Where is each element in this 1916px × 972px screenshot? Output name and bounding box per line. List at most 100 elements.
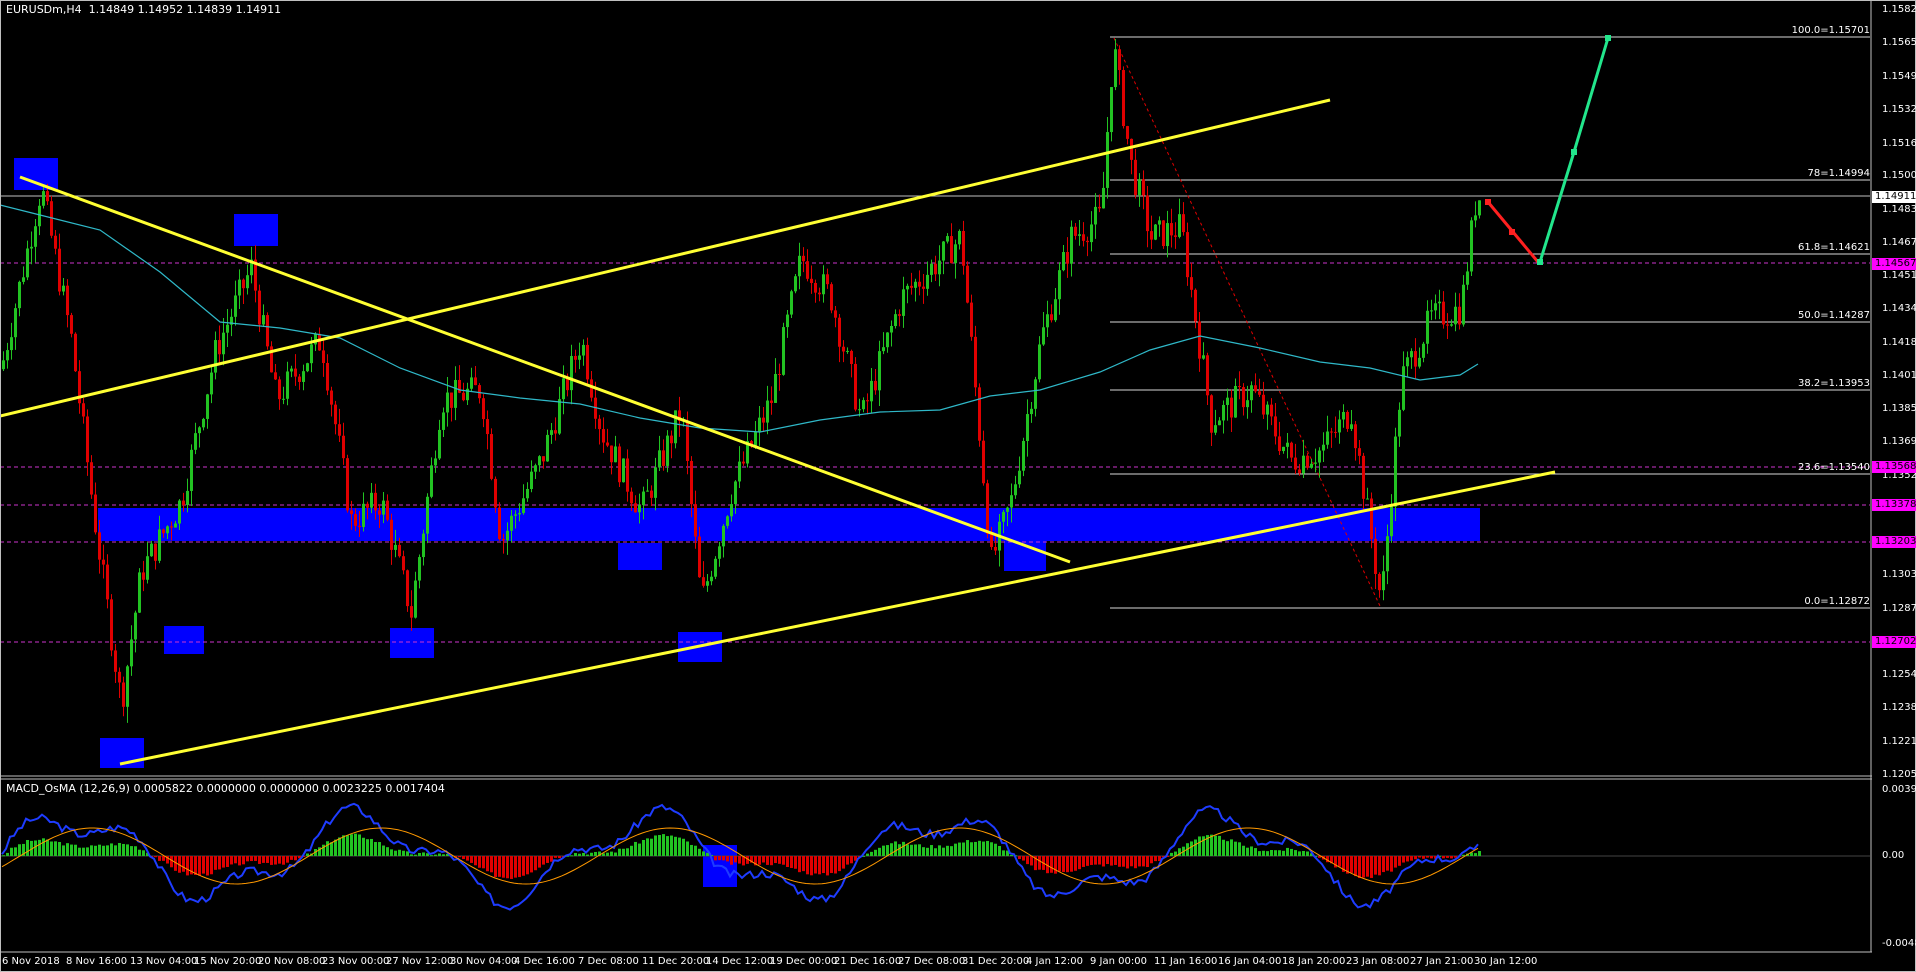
candle-body — [478, 385, 481, 399]
candle-body — [990, 534, 993, 547]
candle-body — [482, 398, 485, 420]
macd-histogram-bar — [114, 845, 117, 856]
candle-body — [522, 498, 525, 514]
candle-body — [1202, 355, 1205, 359]
price-tick-label: 1.12050 — [1882, 769, 1916, 780]
price-tick-label: 1.14180 — [1882, 336, 1916, 348]
macd-histogram-bar — [90, 845, 93, 856]
candle-body — [498, 507, 501, 540]
macd-histogram-bar — [918, 844, 921, 856]
candle-body — [1058, 270, 1061, 300]
macd-histogram-bar — [530, 856, 533, 873]
macd-histogram-bar — [1446, 856, 1449, 858]
candle-body — [178, 500, 181, 524]
macd-histogram-bar — [1054, 856, 1057, 874]
macd-histogram-bar — [518, 856, 521, 878]
macd-histogram-bar — [586, 854, 589, 856]
macd-histogram-bar — [1386, 856, 1389, 871]
macd-histogram-bar — [266, 856, 269, 863]
macd-histogram-bar — [538, 856, 541, 868]
candle-body — [722, 525, 725, 547]
macd-histogram-bar — [522, 856, 525, 876]
macd-histogram-bar — [254, 856, 257, 861]
candle-body — [82, 403, 85, 417]
macd-histogram-bar — [486, 856, 489, 872]
ohlc-values: 1.14849 1.14952 1.14839 1.14911 — [88, 3, 282, 16]
macd-histogram-bar — [242, 856, 245, 865]
macd-histogram-bar — [290, 856, 293, 860]
candle-body — [1186, 232, 1189, 278]
price-tick-label: 1.15655 — [1882, 37, 1916, 49]
candle-body — [1226, 397, 1229, 405]
candle-body — [1430, 310, 1433, 312]
macd-histogram-bar — [202, 856, 205, 874]
price-tick-label: 1.14670 — [1882, 237, 1916, 249]
candle-body — [342, 435, 345, 459]
macd-histogram-bar — [1090, 856, 1093, 865]
candle-body — [518, 513, 521, 515]
macd-histogram-bar — [894, 841, 897, 856]
chart-canvas[interactable] — [0, 0, 1916, 972]
macd-histogram-bar — [126, 844, 129, 856]
macd-histogram-bar — [186, 856, 189, 876]
candle-body — [1330, 431, 1333, 433]
macd-histogram-bar — [1050, 856, 1053, 873]
macd-histogram-bar — [1138, 856, 1141, 867]
candle-body — [634, 503, 637, 513]
macd-histogram-bar — [1066, 856, 1069, 873]
candle-body — [1026, 414, 1029, 441]
macd-histogram-bar — [610, 851, 613, 856]
macd-histogram-bar — [334, 839, 337, 856]
candle-body — [134, 612, 137, 640]
macd-histogram-bar — [1010, 854, 1013, 856]
candle-body — [14, 308, 17, 338]
candle-body — [806, 261, 809, 279]
candle-body — [846, 350, 849, 352]
macd-histogram-bar — [1102, 856, 1105, 867]
level-badge-1: 1.14567 — [1872, 258, 1916, 270]
candle-body — [1182, 214, 1185, 233]
candle-body — [966, 265, 969, 303]
candle-body — [1458, 306, 1461, 325]
macd-histogram-bar — [646, 838, 649, 856]
candle-body — [234, 295, 237, 317]
candle-body — [1170, 223, 1173, 236]
macd-histogram-bar — [986, 840, 989, 856]
macd-histogram-bar — [682, 838, 685, 856]
price-tick-label: 1.14835 — [1882, 203, 1916, 215]
macd-histogram-bar — [1422, 856, 1425, 859]
candle-body — [710, 576, 713, 582]
macd-histogram-bar — [1218, 835, 1221, 856]
macd-histogram-bar — [1114, 856, 1117, 865]
candle-body — [606, 442, 609, 446]
macd-histogram-bar — [158, 856, 161, 861]
macd-histogram-bar — [350, 834, 353, 856]
macd-histogram-bar — [326, 841, 329, 856]
candle-body — [662, 450, 665, 466]
candle-body — [1146, 195, 1149, 232]
candle-body — [974, 336, 977, 388]
macd-histogram-bar — [1246, 847, 1249, 856]
macd-histogram-bar — [590, 852, 593, 856]
macd-histogram-bar — [878, 847, 881, 856]
candle-body — [486, 419, 489, 435]
candle-body — [398, 544, 401, 557]
candle-body — [878, 351, 881, 391]
macd-histogram-bar — [1134, 856, 1137, 869]
candle-body — [1242, 387, 1245, 408]
time-tick-label: 19 Dec 00:00 — [770, 956, 838, 967]
candle-body — [354, 514, 357, 526]
macd-histogram-bar — [1362, 856, 1365, 878]
candle-body — [770, 400, 773, 403]
macd-histogram-bar — [1254, 848, 1257, 856]
price-tick-label: 1.12870 — [1882, 602, 1916, 614]
macd-histogram-bar — [686, 841, 689, 856]
macd-histogram-bar — [1198, 836, 1201, 856]
candle-body — [534, 465, 537, 472]
macd-histogram-bar — [306, 853, 309, 856]
macd-histogram-bar — [694, 845, 697, 856]
candle-body — [1042, 327, 1045, 345]
price-tick-label: 1.15325 — [1882, 104, 1916, 116]
macd-histogram-bar — [218, 856, 221, 870]
macd-histogram-bar — [134, 846, 137, 856]
